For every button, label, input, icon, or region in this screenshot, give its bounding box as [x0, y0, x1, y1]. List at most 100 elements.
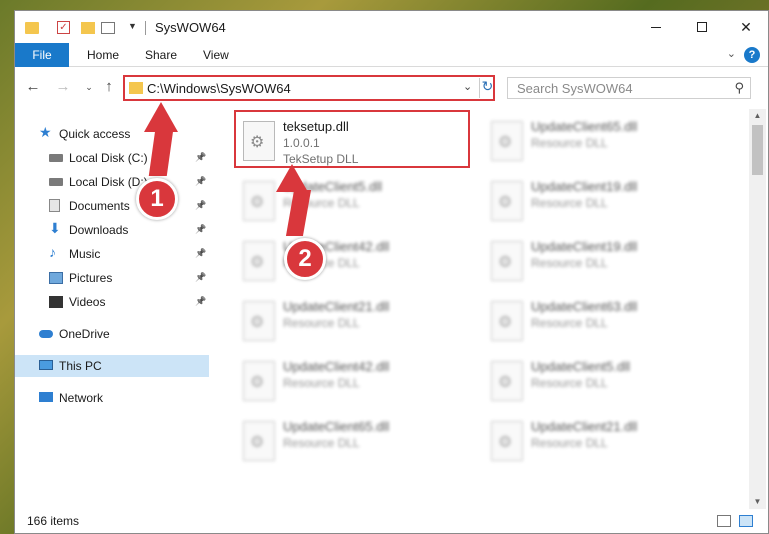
sidebar-item-music[interactable]: ♪ Music 📌	[15, 243, 209, 265]
search-input[interactable]: Search SysWOW64 ⚲	[507, 77, 751, 99]
tab-share[interactable]: Share	[145, 43, 177, 67]
sidebar-item-downloads[interactable]: ⬇ Downloads 📌	[15, 219, 209, 241]
maximize-button[interactable]	[679, 11, 725, 43]
file-item[interactable]: ⚙ UpdateClient63.dll Resource DLL	[483, 295, 719, 349]
file-item[interactable]: ⚙ UpdateClient21.dll Resource DLL	[235, 295, 471, 349]
gear-icon: ⚙	[498, 134, 513, 151]
dll-file-icon: ⚙	[491, 421, 523, 461]
back-button[interactable]: ←	[23, 77, 43, 97]
item-count: 166 items	[27, 514, 80, 528]
scroll-up-icon[interactable]: ▲	[749, 109, 766, 123]
details-view-icon[interactable]	[717, 515, 731, 527]
gear-icon: ⚙	[250, 374, 265, 391]
sidebar-item-label: OneDrive	[59, 327, 110, 341]
sidebar-item-label: Downloads	[69, 223, 129, 237]
dll-file-icon: ⚙	[243, 421, 275, 461]
gear-icon: ⚙	[498, 434, 513, 451]
sidebar-item-local-disk-d[interactable]: Local Disk (D:) 📌	[15, 171, 209, 193]
tab-home[interactable]: Home	[87, 43, 119, 67]
address-path[interactable]: C:\Windows\SysWOW64	[147, 81, 291, 96]
sidebar-item-label: Videos	[69, 295, 106, 309]
refresh-icon[interactable]: ↻	[479, 78, 495, 98]
scroll-thumb[interactable]	[752, 125, 763, 175]
sidebar-item-onedrive[interactable]: OneDrive	[15, 323, 209, 345]
file-item[interactable]: ⚙ UpdateClient65.dll Resource DLL	[483, 115, 719, 169]
file-item[interactable]: ⚙ UpdateClient65.dll Resource DLL	[235, 415, 471, 469]
sidebar-item-pictures[interactable]: Pictures 📌	[15, 267, 209, 289]
sidebar-item-documents[interactable]: Documents 📌	[15, 195, 209, 217]
sidebar-item-network[interactable]: Network	[15, 387, 209, 409]
picture-icon	[49, 272, 63, 284]
help-icon[interactable]: ?	[744, 47, 760, 63]
file-description: Resource DLL	[283, 376, 360, 390]
file-name: UpdateClient5.dll	[531, 359, 631, 374]
file-item[interactable]: ⚙ UpdateClient5.dll Resource DLL	[483, 355, 719, 409]
gear-icon: ⚙	[250, 314, 265, 331]
gear-icon: ⚙	[498, 254, 513, 271]
file-description: Resource DLL	[531, 196, 608, 210]
pin-icon[interactable]: 📌	[195, 200, 206, 211]
quick-access-rename-icon[interactable]	[101, 22, 115, 34]
close-button[interactable]: ✕	[723, 11, 769, 43]
customize-toolbar-chevron-icon[interactable]: ▼	[128, 21, 137, 31]
expand-ribbon-chevron-icon[interactable]: ⌄	[727, 47, 736, 60]
large-icons-view-icon[interactable]	[739, 515, 753, 527]
file-description: Resource DLL	[283, 316, 360, 330]
properties-icon[interactable]: ✓	[57, 21, 70, 34]
minimize-button[interactable]	[633, 11, 679, 43]
pin-icon[interactable]: 📌	[195, 296, 206, 307]
file-description: Resource DLL	[531, 256, 608, 270]
dll-file-icon: ⚙	[491, 241, 523, 281]
music-icon: ♪	[49, 244, 56, 260]
dll-file-icon: ⚙	[243, 181, 275, 221]
sidebar-item-quick-access[interactable]: ★ Quick access	[15, 123, 209, 145]
sidebar-item-this-pc[interactable]: This PC	[15, 355, 209, 377]
address-dropdown-chevron-icon[interactable]: ⌄	[463, 80, 472, 93]
star-icon: ★	[39, 124, 52, 140]
sidebar-item-local-disk-c[interactable]: Local Disk (C:) 📌	[15, 147, 209, 169]
pin-icon[interactable]: 📌	[195, 272, 206, 283]
tab-view[interactable]: View	[203, 43, 229, 67]
recent-locations-chevron-icon[interactable]: ⌄	[79, 77, 99, 97]
status-bar: 166 items	[15, 509, 768, 533]
address-row: ← → ⌄ ↑ C:\Windows\SysWOW64 ⌄ ↻ Search S…	[15, 73, 768, 101]
file-name: UpdateClient21.dll	[283, 299, 390, 314]
file-name: UpdateClient21.dll	[531, 419, 638, 434]
tab-file[interactable]: File	[15, 43, 69, 67]
disk-icon	[49, 154, 63, 162]
scroll-down-icon[interactable]: ▼	[749, 495, 766, 509]
arrow-head-2	[276, 164, 308, 192]
file-item[interactable]: ⚙ UpdateClient21.dll Resource DLL	[483, 415, 719, 469]
up-button[interactable]: ↑	[99, 77, 119, 97]
file-item[interactable]: ⚙ UpdateClient19.dll Resource DLL	[483, 175, 719, 229]
annotation-badge-1: 1	[136, 178, 178, 220]
file-item[interactable]: ⚙UpdateClient42.dllResource DLL	[235, 235, 471, 289]
annotation-badge-2: 2	[284, 238, 326, 280]
dll-file-icon: ⚙	[243, 361, 275, 401]
file-item[interactable]: ⚙UpdateClient42.dllResource DLL	[235, 355, 471, 409]
pin-icon[interactable]: 📌	[195, 152, 206, 163]
sidebar-item-label: Quick access	[59, 127, 131, 141]
file-name: UpdateClient19.dll	[531, 179, 638, 194]
sidebar-item-videos[interactable]: Videos 📌	[15, 291, 209, 313]
maximize-icon	[697, 22, 707, 32]
sidebar-item-label: Local Disk (D:)	[69, 175, 148, 189]
pin-icon[interactable]: 📌	[195, 176, 206, 187]
dll-file-icon: ⚙	[491, 361, 523, 401]
search-icon[interactable]: ⚲	[734, 80, 744, 96]
ribbon-tabs: File Home Share View ⌄ ?	[15, 43, 768, 67]
minimize-icon	[651, 26, 661, 28]
arrow-head-1	[144, 102, 178, 132]
gear-icon: ⚙	[498, 314, 513, 331]
file-description: Resource DLL	[531, 136, 608, 150]
forward-button[interactable]: →	[53, 77, 73, 97]
file-item[interactable]: ⚙ UpdateClient19.dll Resource DLL	[483, 235, 719, 289]
address-bar[interactable]: C:\Windows\SysWOW64 ⌄ ↻	[123, 75, 495, 101]
file-item[interactable]: ⚙ UpdateClient5.dll Resource DLL	[235, 175, 471, 229]
network-icon	[39, 392, 53, 402]
sidebar-item-label: Network	[59, 391, 104, 405]
pin-icon[interactable]: 📌	[195, 224, 206, 235]
pin-icon[interactable]: 📌	[195, 248, 206, 259]
new-folder-icon[interactable]	[81, 22, 95, 34]
vertical-scrollbar[interactable]: ▲ ▼	[749, 109, 766, 509]
